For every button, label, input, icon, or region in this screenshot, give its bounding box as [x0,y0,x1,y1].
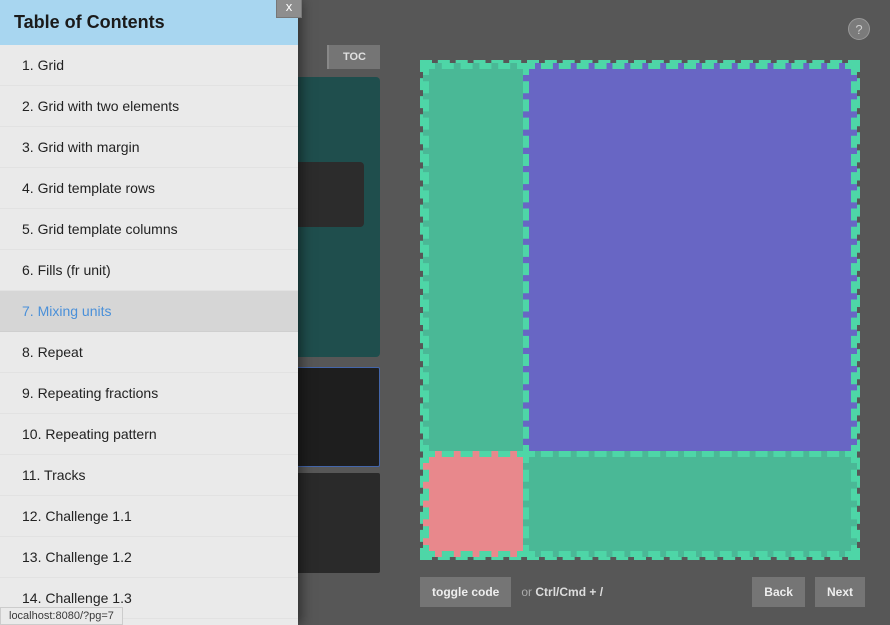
preview-panel: ? toggle code or Ctrl/Cmd + / Back Next [395,0,890,625]
toc-button-bar: TOC [327,45,380,69]
shortcut-hint: or Ctrl/Cmd + / [521,585,603,599]
next-button[interactable]: Next [815,577,865,607]
toc-item-active[interactable]: 7. Mixing units [0,291,298,332]
toggle-code-button[interactable]: toggle code [420,577,511,607]
toc-item[interactable]: 1. Grid [0,45,298,86]
grid-cell-1 [423,63,529,457]
grid-cell-4 [523,451,857,557]
toc-list[interactable]: 1. Grid 2. Grid with two elements 3. Gri… [0,45,298,625]
back-button[interactable]: Back [752,577,805,607]
toc-panel: Table of Contents x 1. Grid 2. Grid with… [0,0,298,625]
toc-item[interactable]: 4. Grid template rows [0,168,298,209]
toc-close-button[interactable]: x [276,0,302,18]
help-button[interactable]: ? [848,18,870,40]
grid-preview [420,60,860,560]
grid-cell-3 [423,451,529,557]
toc-item[interactable]: 9. Repeating fractions [0,373,298,414]
grid-cell-2 [523,63,857,457]
bottom-toolbar: toggle code or Ctrl/Cmd + / Back Next [420,577,865,607]
toc-open-button[interactable]: TOC [327,45,380,69]
toc-item[interactable]: 12. Challenge 1.1 [0,496,298,537]
toc-item[interactable]: 6. Fills (fr unit) [0,250,298,291]
toc-item[interactable]: 2. Grid with two elements [0,86,298,127]
toc-title: Table of Contents x [0,0,298,45]
toc-item[interactable]: 13. Challenge 1.2 [0,537,298,578]
toc-item[interactable]: 10. Repeating pattern [0,414,298,455]
toc-item[interactable]: 5. Grid template columns [0,209,298,250]
toc-item[interactable]: 3. Grid with margin [0,127,298,168]
toc-item[interactable]: 11. Tracks [0,455,298,496]
status-bar: localhost:8080/?pg=7 [0,607,123,625]
toc-item[interactable]: 8. Repeat [0,332,298,373]
